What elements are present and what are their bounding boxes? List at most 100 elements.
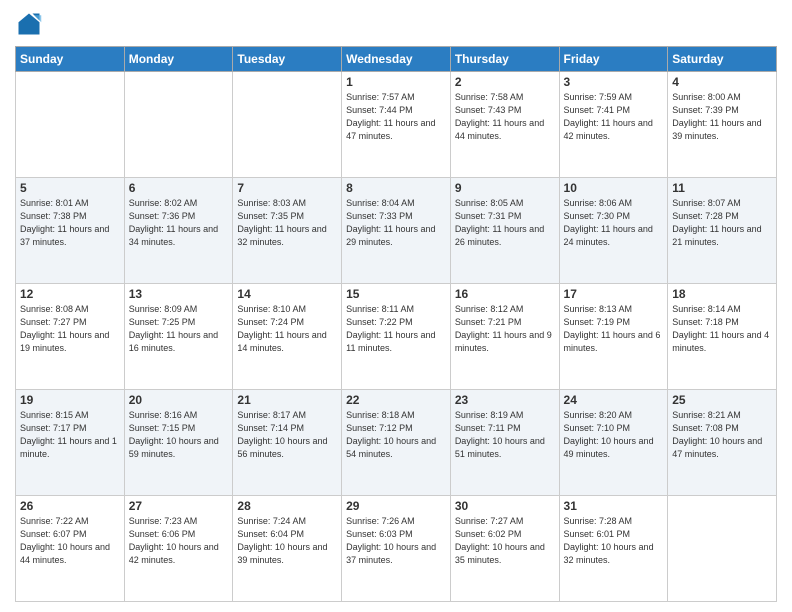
column-header-sunday: Sunday [16,47,125,72]
calendar-cell: 17 Sunrise: 8:13 AMSunset: 7:19 PMDayligh… [559,284,668,390]
day-info: Sunrise: 8:10 AMSunset: 7:24 PMDaylight:… [237,303,337,355]
day-number: 5 [20,181,120,195]
day-info: Sunrise: 8:13 AMSunset: 7:19 PMDaylight:… [564,303,664,355]
calendar-cell: 21 Sunrise: 8:17 AMSunset: 7:14 PMDayligh… [233,390,342,496]
day-number: 27 [129,499,229,513]
day-number: 19 [20,393,120,407]
day-info: Sunrise: 8:11 AMSunset: 7:22 PMDaylight:… [346,303,446,355]
day-number: 1 [346,75,446,89]
day-info: Sunrise: 8:01 AMSunset: 7:38 PMDaylight:… [20,197,120,249]
header-row: SundayMondayTuesdayWednesdayThursdayFrid… [16,47,777,72]
calendar-cell: 9 Sunrise: 8:05 AMSunset: 7:31 PMDaylight… [450,178,559,284]
day-number: 3 [564,75,664,89]
day-number: 26 [20,499,120,513]
calendar-cell: 29 Sunrise: 7:26 AMSunset: 6:03 PMDayligh… [342,496,451,602]
calendar-cell: 13 Sunrise: 8:09 AMSunset: 7:25 PMDayligh… [124,284,233,390]
day-number: 31 [564,499,664,513]
calendar-cell: 16Sunrise: 8:12 AMSunset: 7:21 PMDayligh… [450,284,559,390]
calendar-body: 1Sunrise: 7:57 AMSunset: 7:44 PMDaylight… [16,72,777,602]
day-info: Sunrise: 8:04 AMSunset: 7:33 PMDaylight:… [346,197,446,249]
calendar-cell: 4Sunrise: 8:00 AMSunset: 7:39 PMDaylight… [668,72,777,178]
day-number: 18 [672,287,772,301]
day-info: Sunrise: 8:05 AMSunset: 7:31 PMDaylight:… [455,197,555,249]
calendar-cell: 28Sunrise: 7:24 AMSunset: 6:04 PMDayligh… [233,496,342,602]
day-number: 30 [455,499,555,513]
day-info: Sunrise: 8:17 AMSunset: 7:14 PMDaylight:… [237,409,337,461]
day-info: Sunrise: 8:18 AMSunset: 7:12 PMDaylight:… [346,409,446,461]
calendar-cell: 23 Sunrise: 8:19 AMSunset: 7:11 PMDayligh… [450,390,559,496]
calendar-cell: 12 Sunrise: 8:08 AMSunset: 7:27 PMDayligh… [16,284,125,390]
calendar-cell: 7Sunrise: 8:03 AMSunset: 7:35 PMDaylight… [233,178,342,284]
day-info: Sunrise: 8:14 AMSunset: 7:18 PMDaylight:… [672,303,772,355]
day-number: 25 [672,393,772,407]
day-info: Sunrise: 7:22 AMSunset: 6:07 PMDaylight:… [20,515,120,567]
day-info: Sunrise: 8:07 AMSunset: 7:28 PMDaylight:… [672,197,772,249]
day-number: 23 [455,393,555,407]
day-number: 24 [564,393,664,407]
day-info: Sunrise: 8:08 AMSunset: 7:27 PMDaylight:… [20,303,120,355]
page: SundayMondayTuesdayWednesdayThursdayFrid… [0,0,792,612]
day-info: Sunrise: 8:19 AMSunset: 7:11 PMDaylight:… [455,409,555,461]
calendar-cell: 30 Sunrise: 7:27 AMSunset: 6:02 PMDayligh… [450,496,559,602]
day-info: Sunrise: 7:23 AMSunset: 6:06 PMDaylight:… [129,515,229,567]
calendar-week-3: 12 Sunrise: 8:08 AMSunset: 7:27 PMDayligh… [16,284,777,390]
day-number: 4 [672,75,772,89]
calendar-cell: 24 Sunrise: 8:20 AMSunset: 7:10 PMDayligh… [559,390,668,496]
calendar-cell [124,72,233,178]
column-header-monday: Monday [124,47,233,72]
calendar-cell: 1Sunrise: 7:57 AMSunset: 7:44 PMDaylight… [342,72,451,178]
calendar-cell: 20Sunrise: 8:16 AMSunset: 7:15 PMDayligh… [124,390,233,496]
day-info: Sunrise: 8:09 AMSunset: 7:25 PMDaylight:… [129,303,229,355]
logo [15,10,47,38]
day-info: Sunrise: 8:03 AMSunset: 7:35 PMDaylight:… [237,197,337,249]
day-info: Sunrise: 8:02 AMSunset: 7:36 PMDaylight:… [129,197,229,249]
column-header-saturday: Saturday [668,47,777,72]
calendar-cell: 27 Sunrise: 7:23 AMSunset: 6:06 PMDayligh… [124,496,233,602]
calendar-cell: 22 Sunrise: 8:18 AMSunset: 7:12 PMDayligh… [342,390,451,496]
day-number: 8 [346,181,446,195]
column-header-wednesday: Wednesday [342,47,451,72]
calendar-week-4: 19 Sunrise: 8:15 AMSunset: 7:17 PMDayligh… [16,390,777,496]
day-info: Sunrise: 7:26 AMSunset: 6:03 PMDaylight:… [346,515,446,567]
day-info: Sunrise: 7:28 AMSunset: 6:01 PMDaylight:… [564,515,664,567]
day-number: 11 [672,181,772,195]
column-header-thursday: Thursday [450,47,559,72]
calendar-cell: 25 Sunrise: 8:21 AMSunset: 7:08 PMDayligh… [668,390,777,496]
day-number: 17 [564,287,664,301]
calendar-cell: 31 Sunrise: 7:28 AMSunset: 6:01 PMDayligh… [559,496,668,602]
day-number: 6 [129,181,229,195]
calendar-week-5: 26 Sunrise: 7:22 AMSunset: 6:07 PMDayligh… [16,496,777,602]
day-number: 2 [455,75,555,89]
calendar: SundayMondayTuesdayWednesdayThursdayFrid… [15,46,777,602]
day-info: Sunrise: 7:27 AMSunset: 6:02 PMDaylight:… [455,515,555,567]
day-info: Sunrise: 8:20 AMSunset: 7:10 PMDaylight:… [564,409,664,461]
day-number: 20 [129,393,229,407]
calendar-cell [233,72,342,178]
day-info: Sunrise: 8:06 AMSunset: 7:30 PMDaylight:… [564,197,664,249]
day-number: 12 [20,287,120,301]
logo-icon [15,10,43,38]
calendar-cell: 2 Sunrise: 7:58 AMSunset: 7:43 PMDaylight… [450,72,559,178]
day-number: 22 [346,393,446,407]
calendar-cell: 8 Sunrise: 8:04 AMSunset: 7:33 PMDaylight… [342,178,451,284]
day-number: 29 [346,499,446,513]
calendar-cell: 3 Sunrise: 7:59 AMSunset: 7:41 PMDaylight… [559,72,668,178]
calendar-cell [16,72,125,178]
calendar-cell: 6 Sunrise: 8:02 AMSunset: 7:36 PMDaylight… [124,178,233,284]
calendar-cell [668,496,777,602]
day-info: Sunrise: 8:21 AMSunset: 7:08 PMDaylight:… [672,409,772,461]
day-info: Sunrise: 8:15 AMSunset: 7:17 PMDaylight:… [20,409,120,461]
day-number: 13 [129,287,229,301]
day-number: 16 [455,287,555,301]
calendar-cell: 10Sunrise: 8:06 AMSunset: 7:30 PMDayligh… [559,178,668,284]
day-number: 28 [237,499,337,513]
calendar-week-2: 5 Sunrise: 8:01 AMSunset: 7:38 PMDaylight… [16,178,777,284]
day-number: 21 [237,393,337,407]
day-number: 9 [455,181,555,195]
calendar-cell: 5 Sunrise: 8:01 AMSunset: 7:38 PMDaylight… [16,178,125,284]
day-info: Sunrise: 7:59 AMSunset: 7:41 PMDaylight:… [564,91,664,143]
calendar-cell: 26 Sunrise: 7:22 AMSunset: 6:07 PMDayligh… [16,496,125,602]
calendar-cell: 15 Sunrise: 8:11 AMSunset: 7:22 PMDayligh… [342,284,451,390]
day-info: Sunrise: 7:58 AMSunset: 7:43 PMDaylight:… [455,91,555,143]
day-number: 15 [346,287,446,301]
